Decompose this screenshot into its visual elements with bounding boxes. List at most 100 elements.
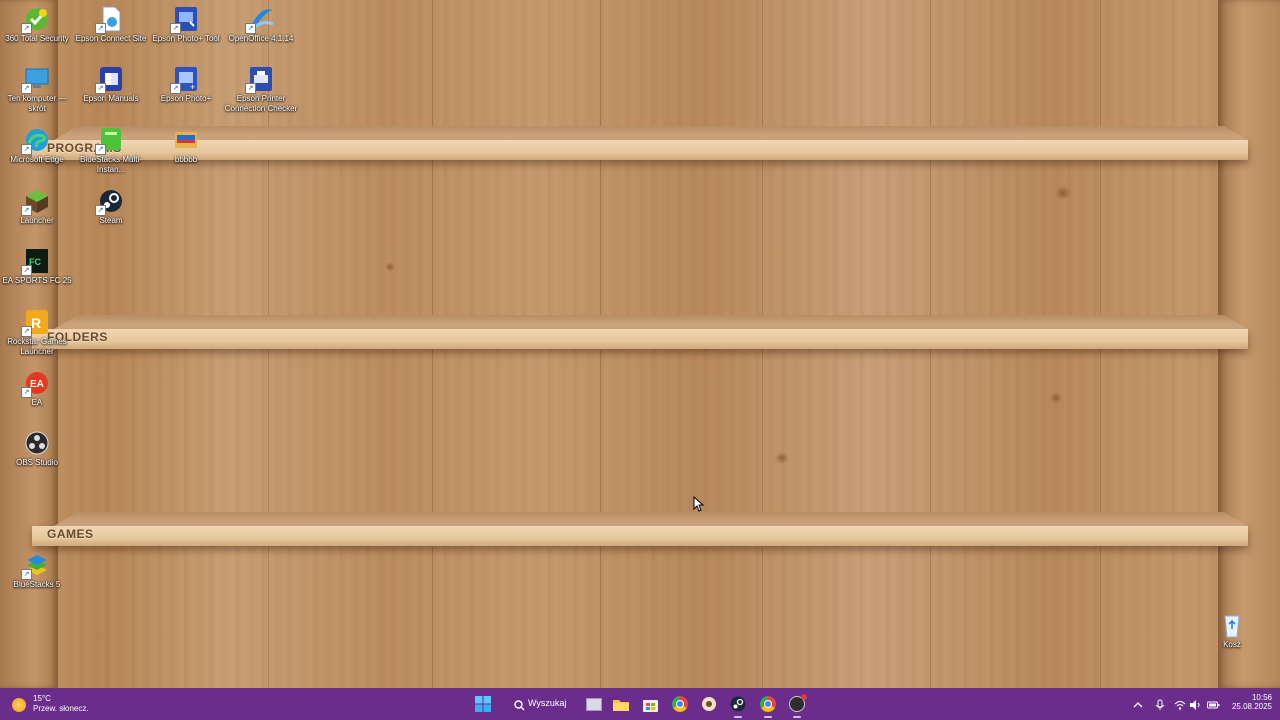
ea-fc-icon: FC ↗ <box>21 248 51 276</box>
obs-icon <box>23 430 51 456</box>
icon-label: EA <box>31 398 43 407</box>
desktop-icon-bluestacks-5[interactable]: ↗ BlueStacks 5 <box>0 548 74 590</box>
task-view-icon <box>586 698 602 711</box>
search-icon <box>514 698 525 716</box>
search-button[interactable]: Wyszukaj <box>504 694 572 714</box>
volume-icon[interactable] <box>1189 698 1201 710</box>
desktop-icon-bluestacks-multi[interactable]: ↗ BlueStacks Multi-Instan... <box>74 123 148 175</box>
icon-label: OpenOffice 4.1.14 <box>228 34 294 43</box>
chrome-profile-button[interactable] <box>757 693 779 718</box>
rockstar-icon: R ↗ <box>21 309 51 337</box>
start-icon <box>475 696 491 712</box>
icon-label: Epson Manuals <box>83 94 139 103</box>
desktop-icon-bbbbb[interactable]: bbbbb <box>149 123 223 165</box>
edge-icon: ↗ <box>21 127 51 155</box>
desktop-icon-360-total-security[interactable]: ↗ 360 Total Security <box>0 2 74 44</box>
wood-knot <box>385 262 395 272</box>
media-player-icon <box>702 697 716 711</box>
icon-label: BlueStacks 5 <box>13 580 61 589</box>
bluestacks-icon: ↗ <box>21 552 51 580</box>
steam-icon: ↗ <box>95 188 125 216</box>
microphone-icon[interactable] <box>1154 698 1166 710</box>
svg-text:EA: EA <box>30 379 44 390</box>
weather-widget[interactable]: 15°C Przew. słonecz. <box>10 692 120 716</box>
search-label: Wyszukaj <box>528 698 567 708</box>
desktop-icon-launcher[interactable]: ↗ Launcher <box>0 184 74 226</box>
epson-photo-icon: + ↗ <box>170 66 200 94</box>
store-icon <box>643 697 658 717</box>
icon-label: Ten komputer — skrót <box>7 94 67 113</box>
store-button[interactable] <box>639 693 661 715</box>
desktop-icon-microsoft-edge[interactable]: ↗ Microsoft Edge <box>0 123 74 165</box>
computer-icon: ↗ <box>21 66 51 94</box>
icon-label: bbbbb <box>174 155 198 164</box>
shelf-games: GAMES <box>32 512 1248 548</box>
clock-time: 10:56 <box>1251 693 1272 702</box>
desktop-icon-rockstar[interactable]: R ↗ Rockstar Games Launcher <box>0 305 74 357</box>
desktop-icon-epson-printer-checker[interactable]: ↗ Epson Printer Connection Checker <box>224 62 298 114</box>
chevron-up-icon[interactable] <box>1132 698 1144 710</box>
openoffice-icon: ↗ <box>245 6 275 34</box>
icon-label: Rockstar Games Launcher <box>7 337 67 356</box>
wood-knot <box>775 452 789 464</box>
file-explorer-button[interactable] <box>610 693 632 715</box>
icon-label: Microsoft Edge <box>10 155 64 164</box>
icon-label: Kosz <box>1223 640 1241 649</box>
icon-label: EA SPORTS FC 25 <box>2 276 72 285</box>
app-notification-button[interactable] <box>786 693 808 718</box>
desktop-icon-ea[interactable]: EA ↗ EA <box>0 366 74 408</box>
desktop-icon-obs-studio[interactable]: OBS Studio <box>0 426 74 468</box>
icon-label: Epson Photo+ <box>160 94 212 103</box>
file-explorer-icon <box>613 698 629 716</box>
wood-knot <box>1050 392 1062 404</box>
wood-knot <box>1055 186 1071 200</box>
icon-label: Steam <box>99 216 123 225</box>
svg-text:+: + <box>190 82 195 92</box>
icon-label: Epson Connect Site <box>75 34 147 43</box>
desktop-icon-epson-photo-tool[interactable]: ↗ Epson Photo+ Tool <box>149 2 223 44</box>
desktop-icon-steam[interactable]: ↗ Steam <box>74 184 148 226</box>
sun-icon <box>12 698 26 712</box>
chrome-icon <box>672 696 688 712</box>
folder-image-icon <box>172 127 200 153</box>
recycle-bin-icon <box>1218 612 1246 638</box>
shelf-folders: FOLDERS <box>32 315 1248 351</box>
desktop-icon-epson-manuals[interactable]: ↗ Epson Manuals <box>74 62 148 104</box>
ea-icon: EA ↗ <box>21 370 51 398</box>
chrome-profile-icon <box>760 696 776 712</box>
desktop-icon-openoffice[interactable]: ↗ OpenOffice 4.1.14 <box>224 2 298 44</box>
icon-label: Launcher <box>20 216 54 225</box>
task-view-button[interactable] <box>582 693 604 715</box>
desktop-icon-this-computer[interactable]: ↗ Ten komputer — skrót <box>0 62 74 114</box>
weather-temp: 15°C <box>33 694 51 703</box>
start-button[interactable] <box>472 693 494 715</box>
epson-photo-tool-icon: ↗ <box>170 6 200 34</box>
svg-text:R: R <box>31 315 41 331</box>
steam-icon <box>730 696 746 717</box>
epson-manuals-icon: ↗ <box>95 66 125 94</box>
clock[interactable]: 10:56 25.08.2025 <box>1226 693 1272 711</box>
desktop-icon-epson-photo[interactable]: + ↗ Epson Photo+ <box>149 62 223 104</box>
desktop-icon-epson-connect-site[interactable]: ↗ Epson Connect Site <box>74 2 148 44</box>
document-globe-icon: ↗ <box>95 6 125 34</box>
steam-taskbar-button[interactable] <box>727 693 749 718</box>
icon-label: Epson Printer Connection Checker <box>224 94 298 113</box>
battery-icon[interactable] <box>1207 698 1220 710</box>
desktop-icon-recycle-bin[interactable]: Kosz <box>1195 608 1269 650</box>
icon-label: Epson Photo+ Tool <box>152 34 220 43</box>
media-player-button[interactable] <box>698 693 720 715</box>
chrome-button[interactable] <box>669 693 691 715</box>
icon-label: OBS Studio <box>16 458 58 467</box>
360-security-icon: ↗ <box>21 6 51 34</box>
desktop-icon-ea-fc-25[interactable]: FC ↗ EA SPORTS FC 25 <box>0 244 74 286</box>
icon-label: 360 Total Security <box>5 34 69 43</box>
wifi-icon[interactable] <box>1174 698 1186 710</box>
shelf-label: GAMES <box>47 527 94 541</box>
taskbar: 15°C Przew. słonecz. Wyszukaj 10:56 25.0… <box>0 688 1280 720</box>
printer-checker-icon: ↗ <box>245 66 275 94</box>
clock-date: 25.08.2025 <box>1231 702 1272 711</box>
minecraft-launcher-icon: ↗ <box>21 188 51 216</box>
desktop[interactable]: PROGRAMS FOLDERS GAMES ↗ 360 Total Secur… <box>0 0 1280 688</box>
icon-label: BlueStacks Multi-Instan... <box>80 155 142 174</box>
app-notification-icon <box>789 694 807 712</box>
